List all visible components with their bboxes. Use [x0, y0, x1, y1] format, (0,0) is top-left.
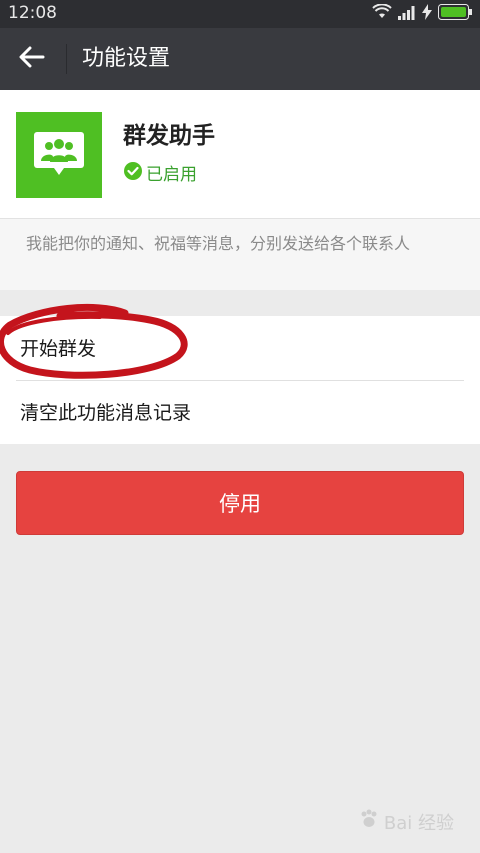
- title-divider: [66, 44, 67, 74]
- check-circle-icon: [123, 161, 143, 185]
- battery-icon: [438, 4, 472, 24]
- title-bar: 功能设置: [0, 28, 480, 90]
- feature-description: 我能把你的通知、祝福等消息，分别发送给各个联系人: [0, 218, 480, 290]
- start-broadcast-item[interactable]: 开始群发: [0, 316, 480, 380]
- start-broadcast-label: 开始群发: [20, 338, 97, 360]
- page-title: 功能设置: [82, 46, 171, 71]
- status-text: 已启用: [146, 165, 197, 185]
- description-text: 我能把你的通知、祝福等消息，分别发送给各个联系人: [26, 234, 411, 253]
- watermark: Bai 经验: [358, 808, 454, 835]
- paw-icon: [358, 808, 380, 835]
- arrow-left-icon: [19, 46, 45, 72]
- signal-icon: [398, 5, 416, 24]
- status-bar: 12:08: [0, 0, 480, 28]
- feature-header: 群发助手 已启用: [0, 90, 480, 218]
- charging-icon: [422, 4, 432, 24]
- wifi-icon: [372, 3, 392, 24]
- watermark-text: Bai 经验: [383, 812, 454, 834]
- back-button[interactable]: [10, 39, 54, 79]
- clear-history-label: 清空此功能消息记录: [20, 402, 192, 424]
- menu-list: 开始群发 清空此功能消息记录: [0, 316, 480, 444]
- feature-name: 群发助手: [123, 123, 215, 149]
- status-time: 12:08: [8, 3, 57, 23]
- status-badge: 已启用: [123, 160, 197, 185]
- clear-history-item[interactable]: 清空此功能消息记录: [0, 380, 480, 444]
- group-chat-icon: [16, 112, 102, 198]
- stop-button[interactable]: 停用: [16, 471, 464, 535]
- status-icons: [372, 3, 472, 24]
